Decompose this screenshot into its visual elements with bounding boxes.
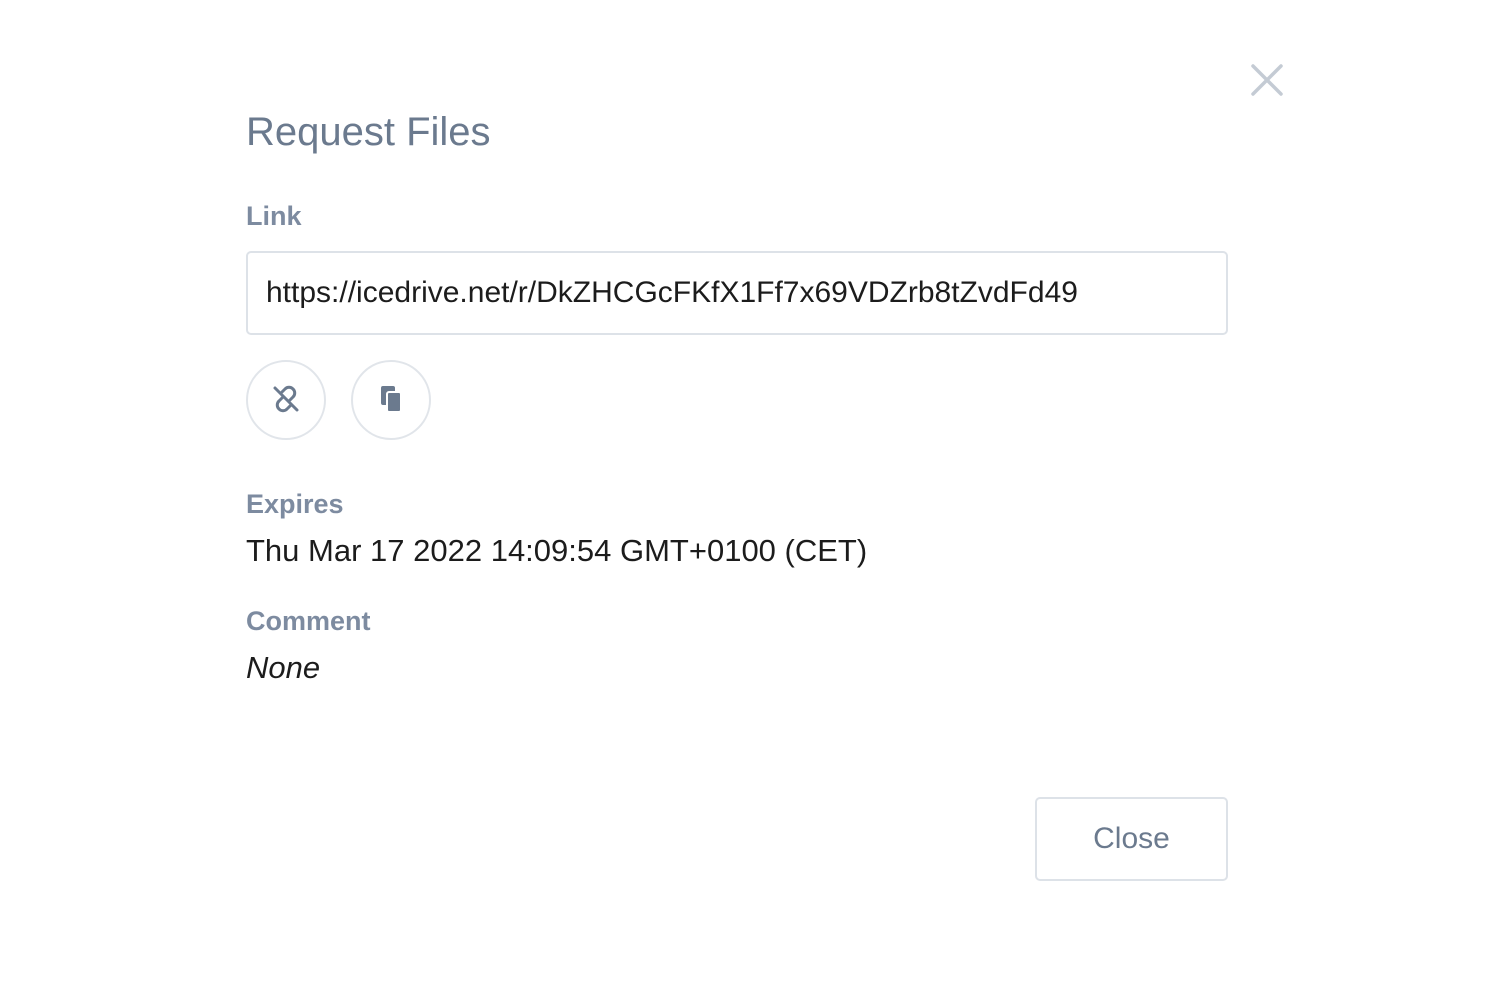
dialog-title: Request Files	[246, 110, 491, 154]
close-button[interactable]: Close	[1035, 797, 1228, 881]
comment-label: Comment	[246, 606, 371, 636]
unlink-icon	[271, 384, 301, 417]
copy-link-button[interactable]	[351, 360, 431, 440]
expires-label: Expires	[246, 489, 344, 519]
link-label: Link	[246, 201, 302, 231]
close-icon[interactable]	[1249, 62, 1285, 98]
request-files-dialog: Request Files Link Expires Thu Mar 17 20…	[0, 0, 1500, 1000]
link-field[interactable]	[246, 251, 1228, 335]
remove-link-button[interactable]	[246, 360, 326, 440]
copy-icon	[377, 384, 405, 417]
comment-value: None	[246, 650, 321, 685]
expires-value: Thu Mar 17 2022 14:09:54 GMT+0100 (CET)	[246, 533, 868, 568]
